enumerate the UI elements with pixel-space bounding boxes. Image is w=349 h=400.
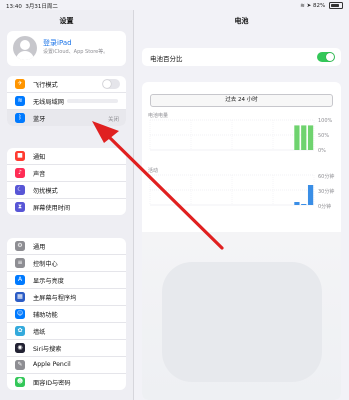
sidebar-item-label: 面容ID与密码 xyxy=(33,380,71,387)
pencil-icon: ✎ xyxy=(15,360,25,370)
sidebar-title: 设置 xyxy=(59,17,74,25)
sidebar-item-bluetooth[interactable]: ᛒ 蓝牙 关闭 xyxy=(7,110,126,126)
battery-tick-0: 0% xyxy=(318,148,326,154)
battery-chart-title: 电池电量 xyxy=(148,113,169,119)
blurred-content-area xyxy=(142,232,341,400)
battery-level-chart xyxy=(149,119,315,151)
battery-level-bar xyxy=(294,125,300,150)
activity-bar xyxy=(307,185,314,205)
sidebar-item-label: 蓝牙 xyxy=(33,116,46,123)
location-icon: ➤ xyxy=(306,3,312,9)
wifi-network-redacted xyxy=(67,99,118,103)
sidebar-item-label: 主屏幕与程序坞 xyxy=(33,295,77,302)
battery-icon xyxy=(329,2,343,9)
hourglass-icon: ⧗ xyxy=(15,202,25,212)
sidebar-item-label: 声音 xyxy=(33,171,46,178)
wifi-icon: ≋ xyxy=(15,96,25,106)
sidebar-item-label: Siri与搜索 xyxy=(33,346,62,353)
sidebar-item-siri-search[interactable]: ◉ Siri与搜索 xyxy=(7,340,126,357)
battery-detail-pane: 电池 电池百分比 过去 24 小时 电池电量 100% 50% 0% 活动 60… xyxy=(134,10,349,400)
page-title: 电池 xyxy=(234,17,249,25)
sidebar-item-accessibility[interactable]: ☺ 辅助功能 xyxy=(7,306,126,323)
settings-group-general: ⚙ 通用 ≡ 控制中心 A 显示与亮度 ▦ 主屏幕与程序坞 ☺ 辅助功能 ✿ 墙… xyxy=(7,238,126,390)
sidebar-item-label: 辅助功能 xyxy=(33,312,58,319)
battery-percent: 82% xyxy=(313,3,326,9)
sidebar-item-wifi[interactable]: ≋ 无线局域网 xyxy=(7,93,126,110)
sidebar-item-notifications[interactable]: ■ 通知 xyxy=(7,148,126,165)
settings-group-connectivity: ✈ 飞行模式 ≋ 无线局域网 ᛒ 蓝牙 关闭 xyxy=(7,76,126,126)
sidebar-item-sounds[interactable]: ♪ 声音 xyxy=(7,165,126,182)
battery-fill xyxy=(330,3,340,8)
sign-in-ipad-row[interactable]: 登录iPad 设置iCloud、App Store等。 xyxy=(7,31,126,66)
sidebar-item-home-screen-dock[interactable]: ▦ 主屏幕与程序坞 xyxy=(7,289,126,306)
gear-icon: ⚙ xyxy=(15,241,25,251)
sidebar-item-wallpaper[interactable]: ✿ 墙纸 xyxy=(7,323,126,340)
activity-bar xyxy=(301,204,307,205)
bluetooth-status: 关闭 xyxy=(107,116,119,123)
notification-icon: ■ xyxy=(15,151,25,161)
sidebar-item-label: 墙纸 xyxy=(33,329,46,336)
control-center-icon: ≡ xyxy=(15,258,25,268)
sidebar-item-label: 勿扰模式 xyxy=(33,188,58,195)
sidebar-item-control-center[interactable]: ≡ 控制中心 xyxy=(7,255,126,272)
battery-usage-card: 过去 24 小时 电池电量 100% 50% 0% 活动 60分钟 30分钟 0… xyxy=(142,82,341,400)
battery-tick-100: 100% xyxy=(318,118,333,124)
status-bar: 13:40 3月31日周二 ≋ ➤ 82% xyxy=(0,0,349,10)
sidebar-item-airplane-mode[interactable]: ✈ 飞行模式 xyxy=(7,76,126,93)
sidebar-item-label: 飞行模式 xyxy=(33,82,58,89)
battery-percentage-row[interactable]: 电池百分比 xyxy=(142,48,341,66)
battery-charts xyxy=(149,119,315,206)
status-right: ≋ ➤ 82% xyxy=(300,2,343,9)
sign-in-subtitle: 设置iCloud、App Store等。 xyxy=(43,49,109,55)
sidebar-item-label: 无线局域网 xyxy=(33,99,64,106)
sign-in-title: 登录iPad xyxy=(43,39,72,47)
sidebar-item-label: Apple Pencil xyxy=(33,361,71,368)
avatar xyxy=(13,36,37,60)
sidebar-item-apple-pencil[interactable]: ✎ Apple Pencil xyxy=(7,357,126,374)
activity-chart-title: 活动 xyxy=(148,168,159,174)
activity-bar xyxy=(294,202,300,205)
battery-level-bar xyxy=(301,125,307,150)
sidebar-item-general[interactable]: ⚙ 通用 xyxy=(7,238,126,255)
sidebar-item-label: 通知 xyxy=(33,154,46,161)
sidebar-item-label: 屏幕使用时间 xyxy=(33,205,71,212)
sound-icon: ♪ xyxy=(15,168,25,178)
sidebar-item-screen-time[interactable]: ⧗ 屏幕使用时间 xyxy=(7,199,126,215)
sidebar-item-label: 显示与亮度 xyxy=(33,278,64,285)
face-id-icon: ☻ xyxy=(15,377,25,387)
wallpaper-icon: ✿ xyxy=(15,326,25,336)
sidebar-item-display-brightness[interactable]: A 显示与亮度 xyxy=(7,272,126,289)
activity-tick-0: 0分钟 xyxy=(318,204,332,210)
siri-icon: ◉ xyxy=(15,343,25,353)
sidebar-item-label: 控制中心 xyxy=(33,261,58,268)
battery-tick-50: 50% xyxy=(318,133,330,139)
sidebar-item-face-id-passcode[interactable]: ☻ 面容ID与密码 xyxy=(7,374,126,390)
home-screen-icon: ▦ xyxy=(15,292,25,302)
battery-percentage-label: 电池百分比 xyxy=(150,55,183,63)
moon-icon: ☾ xyxy=(15,185,25,195)
settings-sidebar: 设置 登录iPad 设置iCloud、App Store等。 ✈ 飞行模式 ≋ … xyxy=(0,10,134,400)
airplane-mode-toggle[interactable] xyxy=(102,79,120,89)
wifi-status-icon: ≋ xyxy=(300,3,305,9)
sidebar-item-label: 通用 xyxy=(33,244,46,251)
display-icon: A xyxy=(15,275,25,285)
airplane-icon: ✈ xyxy=(15,79,25,89)
battery-percentage-toggle[interactable] xyxy=(317,52,335,62)
activity-chart xyxy=(149,174,315,206)
activity-tick-60: 60分钟 xyxy=(318,174,335,180)
settings-group-notifications: ■ 通知 ♪ 声音 ☾ 勿扰模式 ⧗ 屏幕使用时间 xyxy=(7,148,126,215)
accessibility-icon: ☺ xyxy=(15,309,25,319)
status-time-date: 13:40 3月31日周二 xyxy=(6,2,58,10)
sidebar-item-do-not-disturb[interactable]: ☾ 勿扰模式 xyxy=(7,182,126,199)
bluetooth-icon: ᛒ xyxy=(15,113,25,123)
activity-tick-30: 30分钟 xyxy=(318,189,335,195)
battery-level-bar xyxy=(307,125,314,150)
